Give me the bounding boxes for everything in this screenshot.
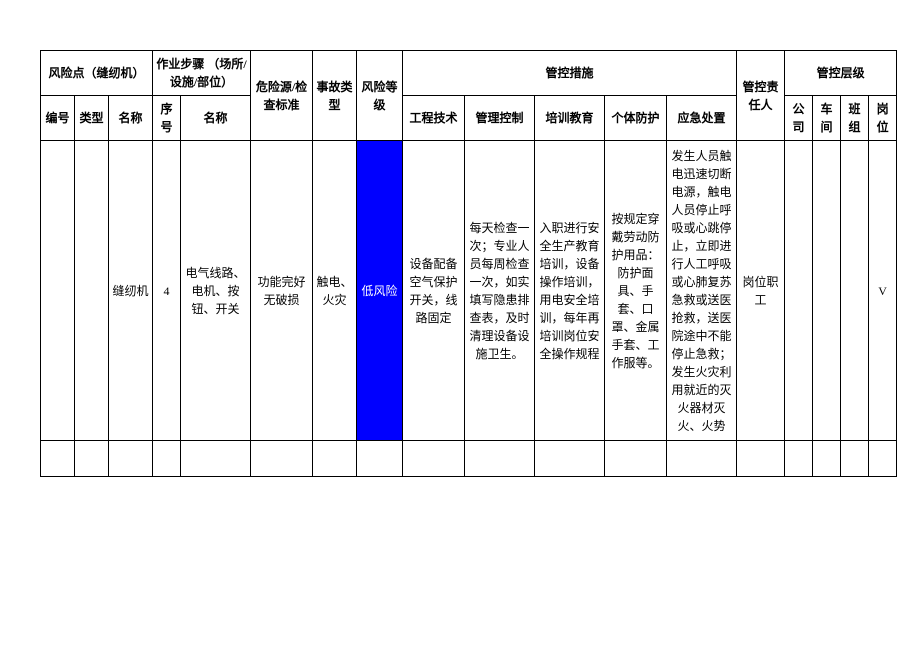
cell-responsible: 岗位职工 [737, 141, 785, 441]
cell-accident: 触电、火灾 [313, 141, 357, 441]
empty-cell [605, 441, 667, 477]
cell-training: 入职进行安全生产教育培训，设备操作培训，用电安全培训，每年再培训岗位安全操作规程 [535, 141, 605, 441]
empty-cell [785, 441, 813, 477]
hdr-company: 公司 [785, 96, 813, 141]
empty-cell [181, 441, 251, 477]
empty-cell [251, 441, 313, 477]
data-row-1: 缝纫机 4 电气线路、电机、按钮、开关 功能完好无破损 触电、火灾 低风险 设备… [41, 141, 897, 441]
hdr-rp-type: 类型 [75, 96, 109, 141]
cell-step-name: 电气线路、电机、按钮、开关 [181, 141, 251, 441]
hdr-mgmt: 管理控制 [465, 96, 535, 141]
header-row-1: 风险点（缝纫机） 作业步骤 （场所/设施/部位） 危险源/检查标准 事故类型 风… [41, 51, 897, 96]
empty-cell [357, 441, 403, 477]
cell-company [785, 141, 813, 441]
cell-team [841, 141, 869, 441]
hdr-train: 培训教育 [535, 96, 605, 141]
hdr-step-name: 名称 [181, 96, 251, 141]
hdr-rp-no: 编号 [41, 96, 75, 141]
hdr-emerg: 应急处置 [667, 96, 737, 141]
empty-cell [109, 441, 153, 477]
hdr-responsible: 管控责任人 [737, 51, 785, 141]
cell-hazard: 功能完好无破损 [251, 141, 313, 441]
hdr-measures: 管控措施 [403, 51, 737, 96]
cell-rp-no [41, 141, 75, 441]
cell-rp-name: 缝纫机 [109, 141, 153, 441]
data-row-2 [41, 441, 897, 477]
cell-rp-type [75, 141, 109, 441]
cell-engineering: 设备配备空气保护开关，线路固定 [403, 141, 465, 441]
hdr-eng: 工程技术 [403, 96, 465, 141]
hdr-team: 班组 [841, 96, 869, 141]
empty-cell [41, 441, 75, 477]
cell-workshop [813, 141, 841, 441]
empty-cell [535, 441, 605, 477]
cell-emergency: 发生人员触电迅速切断电源，触电人员停止呼吸或心跳停止，立即进行人工呼吸或心肺复苏… [667, 141, 737, 441]
hdr-accident: 事故类型 [313, 51, 357, 141]
empty-cell [841, 441, 869, 477]
empty-cell [153, 441, 181, 477]
empty-cell [75, 441, 109, 477]
hdr-workshop: 车间 [813, 96, 841, 141]
hdr-risk-point: 风险点（缝纫机） [41, 51, 153, 96]
empty-cell [813, 441, 841, 477]
empty-cell [667, 441, 737, 477]
hdr-control-level: 管控层级 [785, 51, 897, 96]
cell-ppe: 按规定穿戴劳动防护用品：防护面具、手套、口罩、金属手套、工作服等。 [605, 141, 667, 441]
cell-post: V [869, 141, 897, 441]
hdr-rp-name: 名称 [109, 96, 153, 141]
hdr-post: 岗位 [869, 96, 897, 141]
empty-cell [869, 441, 897, 477]
hdr-work-step: 作业步骤 （场所/设施/部位） [153, 51, 251, 96]
hdr-step-seq: 序号 [153, 96, 181, 141]
hdr-risk-level: 风险等级 [357, 51, 403, 141]
empty-cell [737, 441, 785, 477]
hdr-ppe: 个体防护 [605, 96, 667, 141]
empty-cell [403, 441, 465, 477]
empty-cell [465, 441, 535, 477]
cell-management: 每天检查一次；专业人员每周检查一次，如实填写隐患排查表，及时清理设备设施卫生。 [465, 141, 535, 441]
hdr-hazard: 危险源/检查标准 [251, 51, 313, 141]
cell-risk-level: 低风险 [357, 141, 403, 441]
empty-cell [313, 441, 357, 477]
cell-step-seq: 4 [153, 141, 181, 441]
risk-control-table: 风险点（缝纫机） 作业步骤 （场所/设施/部位） 危险源/检查标准 事故类型 风… [40, 50, 897, 477]
